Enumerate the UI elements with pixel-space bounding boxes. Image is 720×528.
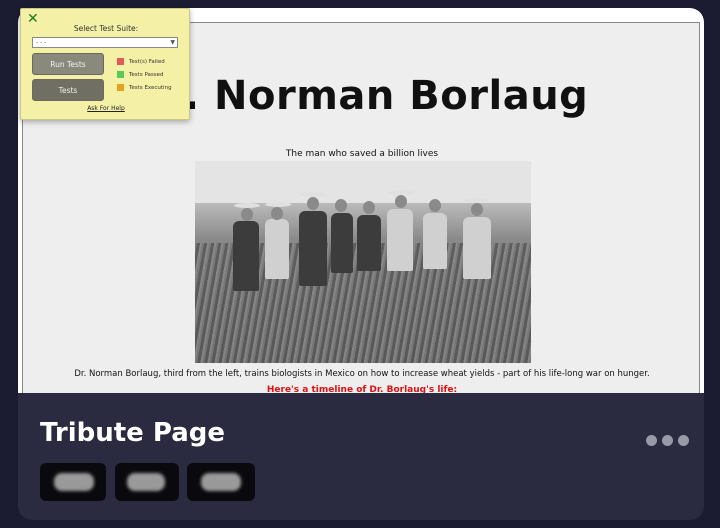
test-suite-title: Select Test Suite:	[73, 24, 139, 33]
test-suite-panel: ✕ Select Test Suite: - - - ▼ Run Tests T…	[20, 8, 190, 120]
page-background: Dr. Norman Borlaug The man who saved a b…	[0, 0, 720, 528]
photo-caption: Dr. Norman Borlaug, third from the left,…	[74, 369, 650, 379]
timeline-heading: Here's a timeline of Dr. Borlaug's life:	[266, 385, 458, 393]
borlaug-photo	[195, 161, 531, 363]
passed-swatch-icon	[117, 71, 124, 78]
card-title: Tribute Page	[40, 418, 225, 448]
tag-pill[interactable]	[115, 463, 179, 501]
test-suite-select[interactable]: - - - ▼	[32, 37, 178, 48]
tag-pill[interactable]	[40, 463, 106, 501]
legend-passed: Tests Passed	[117, 71, 164, 79]
page-subtitle: The man who saved a billion lives	[285, 149, 439, 159]
run-tests-button[interactable]: Run Tests	[32, 53, 104, 75]
chevron-down-icon: ▼	[170, 39, 175, 46]
failed-swatch-icon	[117, 58, 124, 65]
more-horizontal-icon[interactable]	[646, 431, 694, 450]
executing-swatch-icon	[117, 84, 124, 91]
tests-button[interactable]: Tests	[32, 79, 104, 101]
ask-for-help-link[interactable]: Ask For Help	[21, 105, 191, 112]
test-suite-select-value: - - -	[36, 39, 47, 46]
tag-pill[interactable]	[187, 463, 255, 501]
legend-failed: Test(s) Failed	[117, 58, 165, 66]
legend-executing: Tests Executing	[117, 84, 172, 92]
